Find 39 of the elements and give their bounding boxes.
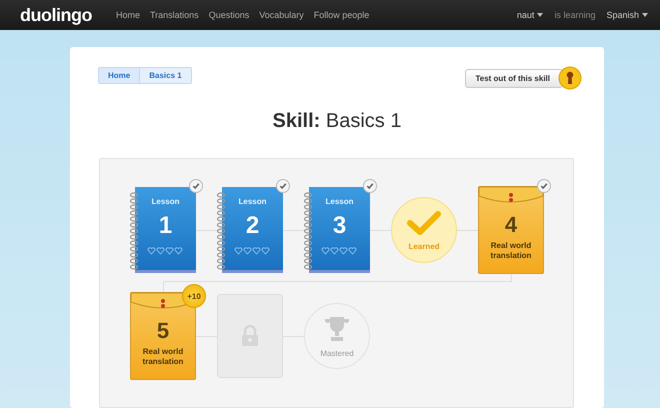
nav-link[interactable]: Home (116, 10, 140, 20)
lesson-notebook[interactable]: Lesson 2 (217, 187, 283, 273)
lesson-label: Lesson (238, 197, 266, 206)
hearts-icon (232, 246, 272, 256)
checkmark-icon (407, 210, 441, 236)
translation-number: 4 (504, 212, 518, 238)
status-text: is learning (554, 10, 596, 20)
nav-link[interactable]: Questions (208, 10, 250, 20)
milestone-label: Learned (408, 242, 440, 250)
nav-link[interactable]: Vocabulary (259, 10, 304, 20)
hearts-icon (320, 246, 360, 256)
milestone-label: Mastered (320, 348, 354, 358)
keyhole-icon (558, 66, 582, 90)
lesson-number: 1 (158, 212, 172, 240)
page-title: Skill: Basics 1 (272, 109, 402, 133)
lesson-label: Lesson (325, 197, 354, 206)
language-menu[interactable]: Spanish (606, 10, 648, 20)
translation-label: Real world translation (142, 347, 184, 367)
test-out-button[interactable]: Test out of this skill (465, 68, 563, 88)
lesson-notebook[interactable]: Lesson 3 (304, 187, 370, 273)
nav-link[interactable]: Translations (150, 10, 199, 20)
lesson-notebook[interactable]: Lesson 1 (130, 187, 196, 273)
translation-label: Real world translation (490, 241, 532, 261)
trophy-icon (323, 314, 351, 342)
breadcrumb-item[interactable]: Basics 1 (139, 67, 192, 84)
breadcrumb-item[interactable]: Home (98, 67, 140, 84)
points-badge: +10 (182, 284, 206, 308)
lock-icon (241, 325, 259, 347)
user-menu[interactable]: naut (516, 10, 544, 20)
caret-icon (642, 13, 648, 17)
lesson-number: 3 (332, 212, 346, 240)
lesson-number: 2 (246, 212, 260, 240)
lesson-label: Lesson (151, 197, 180, 206)
caret-icon (537, 13, 544, 17)
nav-link[interactable]: Follow people (314, 10, 370, 20)
logo[interactable]: duolingo (20, 4, 92, 26)
translation-envelope[interactable]: 4 Real world translation (478, 186, 544, 274)
translation-number: 5 (156, 318, 170, 344)
hearts-icon (146, 246, 186, 256)
